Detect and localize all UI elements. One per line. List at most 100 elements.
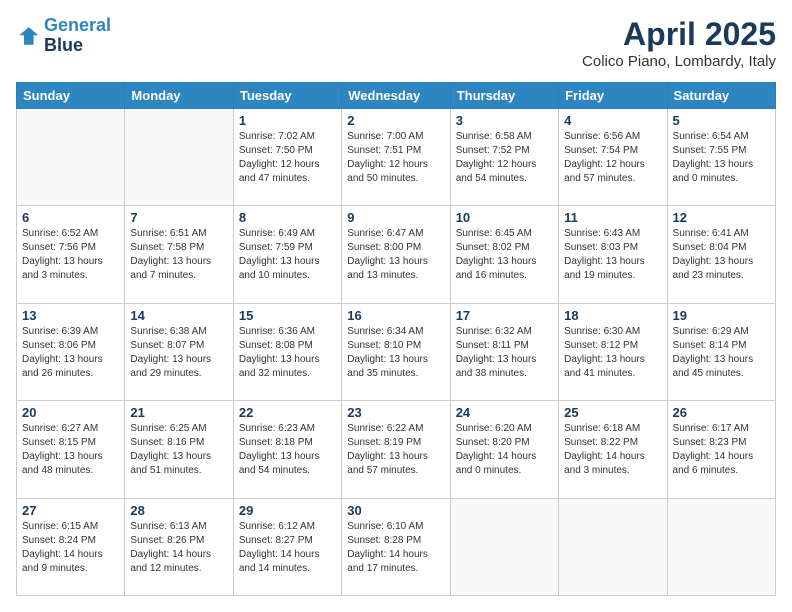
day-number: 6 [22, 210, 119, 225]
day-number: 13 [22, 308, 119, 323]
day-info: Sunrise: 6:45 AM Sunset: 8:02 PM Dayligh… [456, 227, 553, 283]
calendar-cell: 13 Sunrise: 6:39 AM Sunset: 8:06 PM Dayli… [17, 303, 125, 400]
day-number: 26 [673, 405, 770, 420]
day-number: 20 [22, 405, 119, 420]
calendar-cell: 26 Sunrise: 6:17 AM Sunset: 8:23 PM Dayli… [667, 401, 775, 498]
calendar-header-row: SundayMondayTuesdayWednesdayThursdayFrid… [17, 83, 776, 109]
day-number: 25 [564, 405, 661, 420]
calendar-cell [125, 109, 233, 206]
logo-text: General Blue [44, 16, 111, 56]
day-number: 30 [347, 503, 444, 518]
day-info: Sunrise: 6:56 AM Sunset: 7:54 PM Dayligh… [564, 130, 661, 186]
day-info: Sunrise: 6:20 AM Sunset: 8:20 PM Dayligh… [456, 422, 553, 478]
day-info: Sunrise: 6:43 AM Sunset: 8:03 PM Dayligh… [564, 227, 661, 283]
day-number: 27 [22, 503, 119, 518]
calendar-cell: 27Sunrise: 6:15 AM Sunset: 8:24 PM Dayli… [17, 498, 125, 595]
day-info: Sunrise: 6:32 AM Sunset: 8:11 PM Dayligh… [456, 325, 553, 381]
day-info: Sunrise: 6:41 AM Sunset: 8:04 PM Dayligh… [673, 227, 770, 283]
calendar-cell: 3 Sunrise: 6:58 AM Sunset: 7:52 PM Daylig… [450, 109, 558, 206]
day-number: 21 [130, 405, 227, 420]
subtitle: Colico Piano, Lombardy, Italy [582, 53, 776, 70]
day-info: Sunrise: 6:34 AM Sunset: 8:10 PM Dayligh… [347, 325, 444, 381]
calendar-cell: 14Sunrise: 6:38 AM Sunset: 8:07 PM Dayli… [125, 303, 233, 400]
day-number: 23 [347, 405, 444, 420]
day-number: 19 [673, 308, 770, 323]
day-number: 12 [673, 210, 770, 225]
calendar-cell [17, 109, 125, 206]
calendar-cell: 15Sunrise: 6:36 AM Sunset: 8:08 PM Dayli… [233, 303, 341, 400]
day-info: Sunrise: 6:52 AM Sunset: 7:56 PM Dayligh… [22, 227, 119, 283]
calendar-cell: 30 Sunrise: 6:10 AM Sunset: 8:28 PM Dayli… [342, 498, 450, 595]
day-number: 24 [456, 405, 553, 420]
day-number: 8 [239, 210, 336, 225]
day-info: Sunrise: 6:12 AM Sunset: 8:27 PM Dayligh… [239, 520, 336, 576]
calendar-cell: 17 Sunrise: 6:32 AM Sunset: 8:11 PM Dayli… [450, 303, 558, 400]
calendar-header-cell: Thursday [450, 83, 558, 109]
calendar-cell: 7 Sunrise: 6:51 AM Sunset: 7:58 PM Daylig… [125, 206, 233, 303]
day-number: 7 [130, 210, 227, 225]
calendar-cell: 24 Sunrise: 6:20 AM Sunset: 8:20 PM Dayli… [450, 401, 558, 498]
day-info: Sunrise: 7:00 AM Sunset: 7:51 PM Dayligh… [347, 130, 444, 186]
calendar-header-cell: Saturday [667, 83, 775, 109]
day-number: 16 [347, 308, 444, 323]
day-number: 29 [239, 503, 336, 518]
calendar-cell: 29 Sunrise: 6:12 AM Sunset: 8:27 PM Dayli… [233, 498, 341, 595]
day-number: 22 [239, 405, 336, 420]
calendar-cell: 19Sunrise: 6:29 AM Sunset: 8:14 PM Dayli… [667, 303, 775, 400]
calendar-cell: 12 Sunrise: 6:41 AM Sunset: 8:04 PM Dayli… [667, 206, 775, 303]
calendar-cell: 28 Sunrise: 6:13 AM Sunset: 8:26 PM Dayli… [125, 498, 233, 595]
logo-icon [16, 24, 40, 48]
calendar-header-cell: Monday [125, 83, 233, 109]
main-title: April 2025 [582, 16, 776, 53]
day-info: Sunrise: 6:13 AM Sunset: 8:26 PM Dayligh… [130, 520, 227, 576]
day-info: Sunrise: 6:49 AM Sunset: 7:59 PM Dayligh… [239, 227, 336, 283]
day-info: Sunrise: 6:25 AM Sunset: 8:16 PM Dayligh… [130, 422, 227, 478]
day-info: Sunrise: 6:18 AM Sunset: 8:22 PM Dayligh… [564, 422, 661, 478]
day-number: 28 [130, 503, 227, 518]
calendar-cell: 2 Sunrise: 7:00 AM Sunset: 7:51 PM Daylig… [342, 109, 450, 206]
day-info: Sunrise: 6:22 AM Sunset: 8:19 PM Dayligh… [347, 422, 444, 478]
calendar-cell: 20 Sunrise: 6:27 AM Sunset: 8:15 PM Dayli… [17, 401, 125, 498]
day-number: 17 [456, 308, 553, 323]
day-number: 4 [564, 113, 661, 128]
calendar-week-row: 27Sunrise: 6:15 AM Sunset: 8:24 PM Dayli… [17, 498, 776, 595]
calendar-cell: 5Sunrise: 6:54 AM Sunset: 7:55 PM Daylig… [667, 109, 775, 206]
calendar-cell: 11 Sunrise: 6:43 AM Sunset: 8:03 PM Dayli… [559, 206, 667, 303]
calendar-cell [559, 498, 667, 595]
calendar-week-row: 13 Sunrise: 6:39 AM Sunset: 8:06 PM Dayli… [17, 303, 776, 400]
calendar-cell [667, 498, 775, 595]
day-number: 10 [456, 210, 553, 225]
day-info: Sunrise: 6:27 AM Sunset: 8:15 PM Dayligh… [22, 422, 119, 478]
calendar-cell: 23 Sunrise: 6:22 AM Sunset: 8:19 PM Dayli… [342, 401, 450, 498]
calendar-cell: 16 Sunrise: 6:34 AM Sunset: 8:10 PM Dayli… [342, 303, 450, 400]
calendar-cell: 10 Sunrise: 6:45 AM Sunset: 8:02 PM Dayli… [450, 206, 558, 303]
day-number: 9 [347, 210, 444, 225]
calendar-cell: 21 Sunrise: 6:25 AM Sunset: 8:16 PM Dayli… [125, 401, 233, 498]
calendar-cell: 4 Sunrise: 6:56 AM Sunset: 7:54 PM Daylig… [559, 109, 667, 206]
calendar-cell [450, 498, 558, 595]
day-info: Sunrise: 6:39 AM Sunset: 8:06 PM Dayligh… [22, 325, 119, 381]
day-number: 18 [564, 308, 661, 323]
day-info: Sunrise: 6:30 AM Sunset: 8:12 PM Dayligh… [564, 325, 661, 381]
day-info: Sunrise: 7:02 AM Sunset: 7:50 PM Dayligh… [239, 130, 336, 186]
day-info: Sunrise: 6:51 AM Sunset: 7:58 PM Dayligh… [130, 227, 227, 283]
page: General Blue April 2025 Colico Piano, Lo… [0, 0, 792, 612]
calendar-week-row: 1Sunrise: 7:02 AM Sunset: 7:50 PM Daylig… [17, 109, 776, 206]
day-info: Sunrise: 6:17 AM Sunset: 8:23 PM Dayligh… [673, 422, 770, 478]
calendar-cell: 25 Sunrise: 6:18 AM Sunset: 8:22 PM Dayli… [559, 401, 667, 498]
calendar-header-cell: Tuesday [233, 83, 341, 109]
day-number: 3 [456, 113, 553, 128]
logo: General Blue [16, 16, 111, 56]
day-info: Sunrise: 6:10 AM Sunset: 8:28 PM Dayligh… [347, 520, 444, 576]
header: General Blue April 2025 Colico Piano, Lo… [16, 16, 776, 70]
day-info: Sunrise: 6:58 AM Sunset: 7:52 PM Dayligh… [456, 130, 553, 186]
day-number: 11 [564, 210, 661, 225]
calendar-body: 1Sunrise: 7:02 AM Sunset: 7:50 PM Daylig… [17, 109, 776, 596]
day-number: 2 [347, 113, 444, 128]
calendar-header-cell: Friday [559, 83, 667, 109]
title-block: April 2025 Colico Piano, Lombardy, Italy [582, 16, 776, 70]
day-info: Sunrise: 6:36 AM Sunset: 8:08 PM Dayligh… [239, 325, 336, 381]
calendar-cell: 22Sunrise: 6:23 AM Sunset: 8:18 PM Dayli… [233, 401, 341, 498]
day-info: Sunrise: 6:47 AM Sunset: 8:00 PM Dayligh… [347, 227, 444, 283]
calendar-cell: 6 Sunrise: 6:52 AM Sunset: 7:56 PM Daylig… [17, 206, 125, 303]
